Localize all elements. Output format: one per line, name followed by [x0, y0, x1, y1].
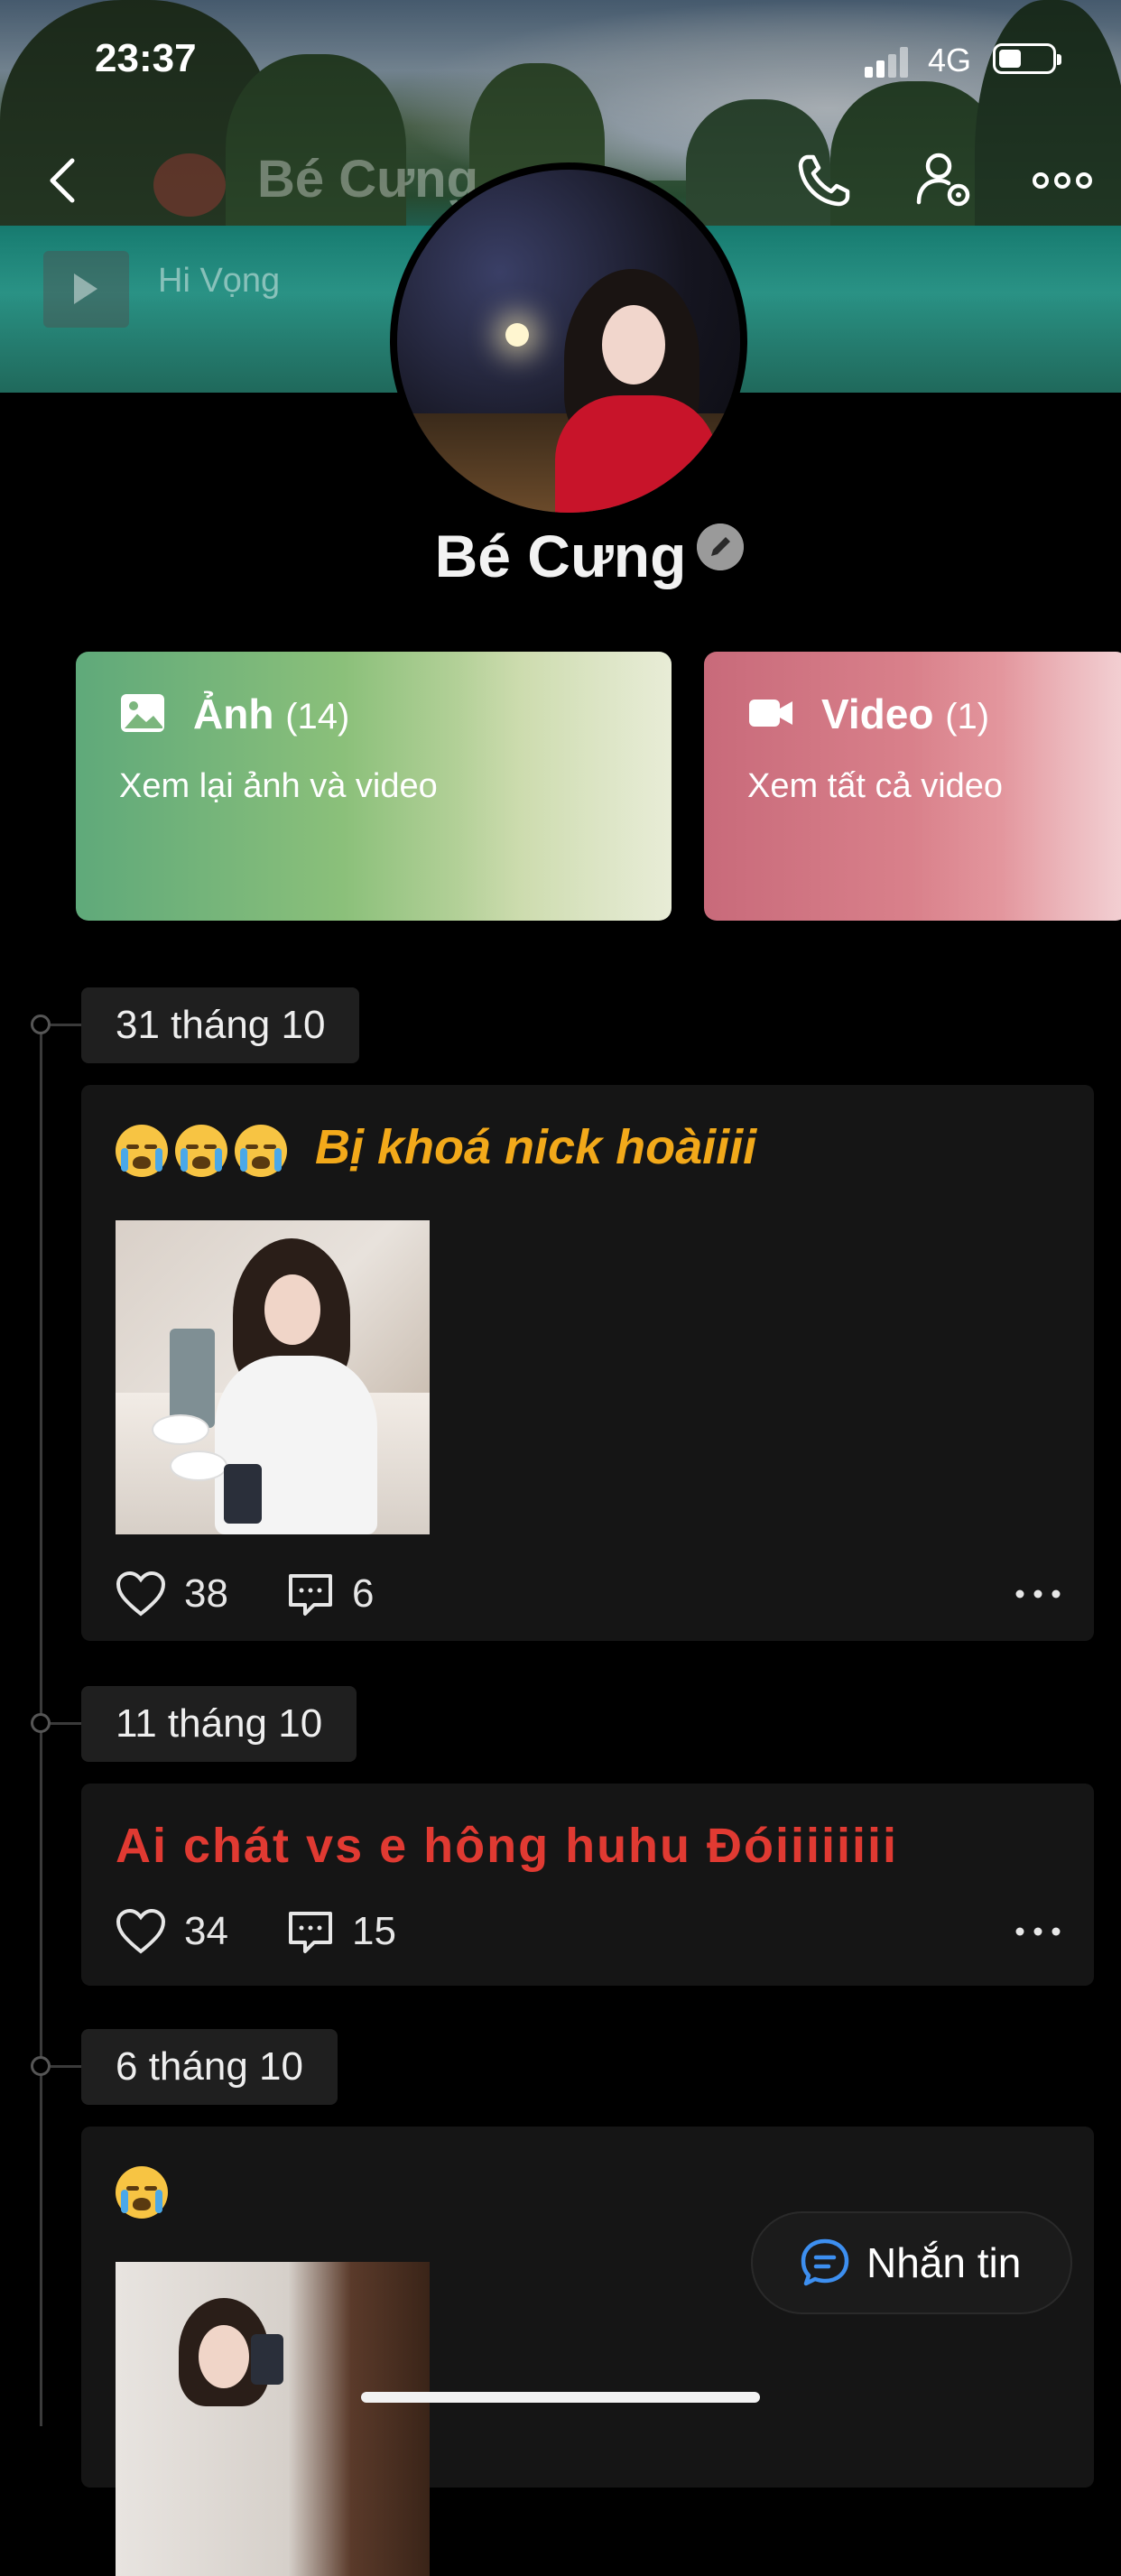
- status-bar: 23:37 4G: [0, 0, 1121, 117]
- music-player-button[interactable]: [43, 251, 129, 328]
- timeline-dot: [31, 2056, 51, 2076]
- network-label: 4G: [928, 42, 972, 79]
- photos-card[interactable]: Ảnh (14) Xem lại ảnh và video: [76, 652, 672, 921]
- post-more-icon[interactable]: [1013, 1578, 1063, 1610]
- comment-icon: [289, 1574, 332, 1616]
- post-photo[interactable]: [116, 1220, 430, 1534]
- comment-button[interactable]: 6: [287, 1567, 374, 1621]
- photos-count: (14): [285, 697, 350, 737]
- post-photo[interactable]: [116, 2262, 430, 2576]
- crying-emoji-icon: [116, 1124, 168, 1177]
- music-title: Hi Vọng: [158, 262, 281, 300]
- post-text: Bị khoá nick hoàiiii: [315, 1120, 757, 1174]
- play-icon: [74, 273, 97, 304]
- post-date: 6 tháng 10: [81, 2029, 338, 2105]
- timeline-dot: [31, 1015, 51, 1034]
- like-count: 38: [184, 1571, 228, 1616]
- post-card[interactable]: Ai chát vs e hông huhu Đóiiiiiiii 34 15: [81, 1784, 1094, 1986]
- profile-name: Bé Cưng: [434, 523, 687, 589]
- like-count: 34: [184, 1909, 228, 1953]
- videos-count: (1): [945, 697, 990, 737]
- post-more-icon[interactable]: [1013, 1915, 1063, 1948]
- crying-emoji-icon: [235, 1124, 287, 1177]
- message-button[interactable]: Nhắn tin: [751, 2211, 1072, 2314]
- post-text: Ai chát vs e hông huhu Đóiiiiiiii: [116, 1819, 899, 1873]
- like-button[interactable]: 38: [116, 1567, 228, 1621]
- back-icon[interactable]: [45, 153, 81, 208]
- status-time: 23:37: [95, 36, 197, 80]
- videos-subtitle: Xem tất cả video: [747, 767, 1004, 805]
- image-icon: [121, 694, 164, 732]
- edit-name-icon[interactable]: [697, 524, 744, 570]
- phone-icon[interactable]: [788, 144, 860, 217]
- crying-emoji-icon: [116, 2165, 168, 2219]
- profile-avatar[interactable]: [390, 162, 747, 520]
- comment-count: 15: [352, 1909, 396, 1953]
- videos-card[interactable]: Video (1) Xem tất cả video: [704, 652, 1121, 921]
- crying-emoji-icon: [175, 1124, 227, 1177]
- post-card[interactable]: Bị khoá nick hoàiiii 38 6: [81, 1085, 1094, 1641]
- comment-button[interactable]: 15: [287, 1904, 396, 1959]
- home-indicator[interactable]: [361, 2392, 760, 2403]
- post-date: 31 tháng 10: [81, 987, 360, 1063]
- photos-label: Ảnh: [193, 690, 274, 737]
- comment-count: 6: [352, 1571, 375, 1616]
- heart-icon: [116, 1908, 166, 1954]
- signal-icon: [865, 47, 908, 78]
- timeline-dot: [31, 1713, 51, 1733]
- header-avatar: [153, 153, 226, 217]
- post-date: 11 tháng 10: [81, 1686, 357, 1762]
- chat-bubble-icon: [801, 2238, 849, 2286]
- battery-icon: [993, 43, 1061, 74]
- photos-subtitle: Xem lại ảnh và video: [119, 767, 438, 805]
- more-options-icon[interactable]: [1026, 144, 1098, 217]
- profile-settings-icon[interactable]: [908, 144, 980, 217]
- video-camera-icon: [749, 700, 792, 727]
- message-button-label: Nhắn tin: [866, 2239, 1022, 2286]
- comment-icon: [289, 1912, 332, 1953]
- videos-label: Video: [821, 690, 934, 737]
- heart-icon: [116, 1571, 166, 1617]
- like-button[interactable]: 34: [116, 1904, 228, 1959]
